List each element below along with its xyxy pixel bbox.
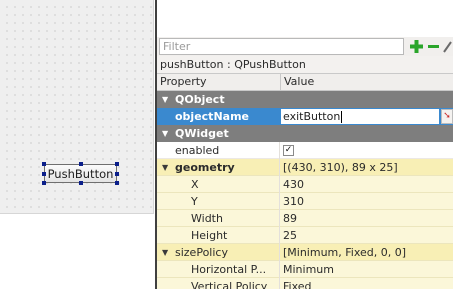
property-row-y[interactable]: Y 310 (157, 193, 453, 210)
property-value[interactable]: [(430, 310), 89 x 25] (280, 159, 453, 176)
property-row-vertical-policy[interactable]: Vertical Policy Fixed (157, 278, 453, 289)
resize-handle-left[interactable] (42, 172, 46, 176)
property-name: geometry (175, 161, 235, 174)
objectname-edit-field[interactable]: exitButton (280, 108, 440, 125)
object-class-label: pushButton : QPushButton (157, 56, 453, 73)
filter-input[interactable]: Filter (159, 38, 404, 55)
property-editor: Filter pushButton : QPushButton Property… (157, 0, 453, 289)
panel-top-area (157, 0, 453, 37)
property-name: enabled (175, 144, 220, 157)
resize-handle-bottom-left[interactable] (42, 181, 46, 185)
minus-icon[interactable] (428, 39, 439, 54)
property-name: objectName (157, 108, 297, 125)
value-cell: ✓ (280, 142, 453, 159)
wrench-icon[interactable] (442, 39, 453, 54)
value-column-header[interactable]: Value (280, 74, 314, 90)
property-value[interactable]: Fixed (280, 278, 453, 289)
property-row-sizepolicy[interactable]: ▼ sizePolicy [Minimum, Fixed, 0, 0] (157, 244, 453, 261)
plus-icon[interactable] (409, 39, 424, 54)
edit-text: exitButton (283, 110, 341, 123)
property-value[interactable]: 89 (280, 210, 453, 227)
form-canvas[interactable]: PushButton (0, 0, 154, 214)
property-value[interactable]: Minimum (280, 261, 453, 278)
reset-property-button[interactable]: ➘ (441, 109, 453, 124)
group-label: QWidget (175, 127, 229, 140)
group-row-qwidget[interactable]: ▼ QWidget (157, 125, 453, 142)
group-label: QObject (175, 93, 225, 106)
property-row-height[interactable]: Height 25 (157, 227, 453, 244)
resize-handle-top-right[interactable] (115, 162, 119, 166)
property-table-header: Property Value (157, 73, 453, 91)
group-row-qobject[interactable]: ▼ QObject (157, 91, 453, 108)
property-value[interactable]: 310 (280, 193, 453, 210)
property-row-horizontal-policy[interactable]: Horizontal P... Minimum (157, 261, 453, 278)
enabled-checkbox[interactable]: ✓ (283, 144, 294, 156)
property-row-geometry[interactable]: ▼ geometry [(430, 310), 89 x 25] (157, 159, 453, 176)
property-name: sizePolicy (175, 246, 228, 259)
property-value[interactable]: 25 (280, 227, 453, 244)
filter-toolbar: Filter (157, 37, 453, 56)
resize-handle-bottom-right[interactable] (115, 181, 119, 185)
resize-handle-top-left[interactable] (42, 162, 46, 166)
designer-background (0, 214, 153, 289)
property-row-enabled[interactable]: enabled ✓ (157, 142, 453, 159)
property-value[interactable]: 430 (280, 176, 453, 193)
resize-handle-top[interactable] (79, 162, 83, 166)
property-column-header[interactable]: Property (160, 74, 207, 90)
property-row-width[interactable]: Width 89 (157, 210, 453, 227)
property-row-x[interactable]: X 430 (157, 176, 453, 193)
property-row-objectname[interactable]: objectName exitButton ➘ (157, 108, 453, 125)
resize-handle-bottom[interactable] (79, 181, 83, 185)
property-value[interactable]: [Minimum, Fixed, 0, 0] (280, 244, 453, 261)
resize-handle-right[interactable] (115, 172, 119, 176)
text-cursor (341, 111, 343, 123)
